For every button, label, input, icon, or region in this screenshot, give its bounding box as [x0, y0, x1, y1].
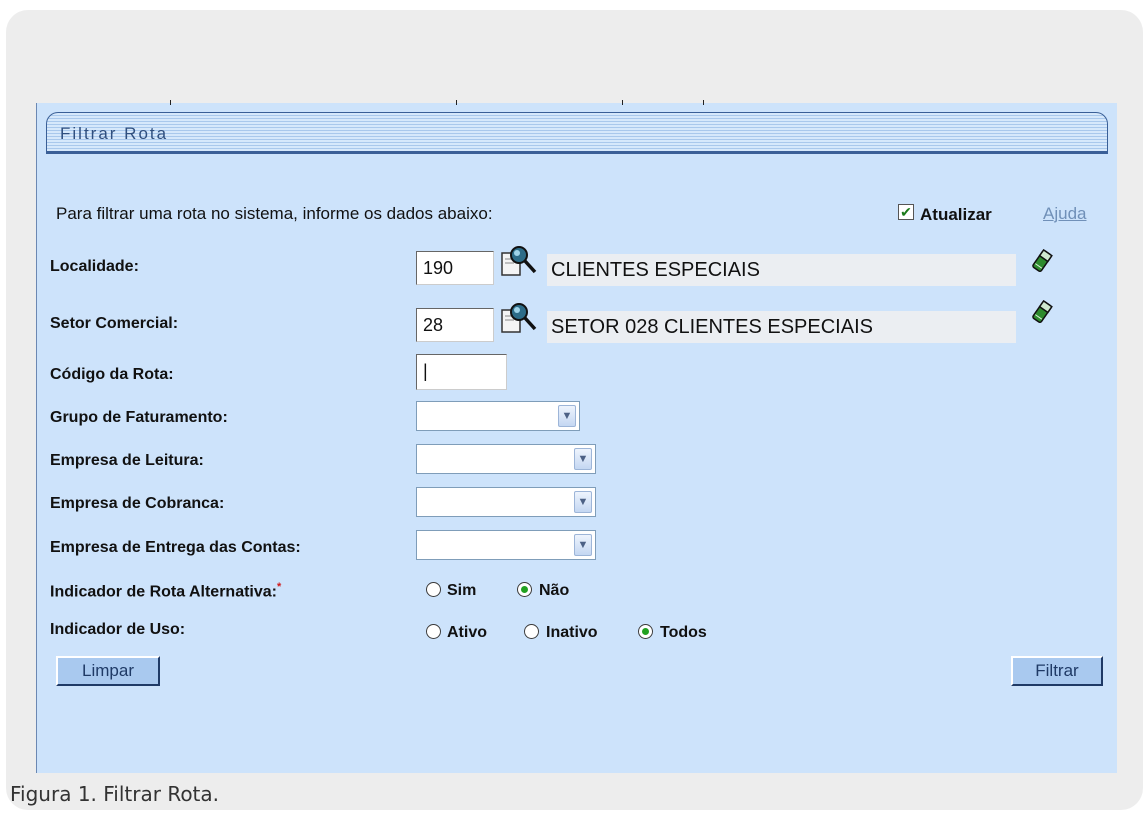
radio-inativo-label: Inativo	[546, 624, 598, 641]
radio-ativo-label: Ativo	[447, 624, 487, 641]
empresa-entrega-select[interactable]: ▼	[416, 530, 596, 560]
grupo-faturamento-label: Grupo de Faturamento:	[50, 409, 228, 426]
eraser-icon[interactable]	[1030, 300, 1054, 324]
empresa-leitura-label: Empresa de Leitura:	[50, 452, 204, 469]
radio-ativo[interactable]	[426, 624, 441, 639]
radio-todos-label: Todos	[660, 624, 707, 641]
window-title-bar	[46, 112, 1108, 152]
required-mark: *	[277, 581, 282, 593]
radio-nao-label: Não	[539, 582, 570, 599]
eraser-icon[interactable]	[1030, 249, 1054, 273]
chevron-down-icon[interactable]: ▼	[558, 405, 576, 427]
empresa-leitura-select[interactable]: ▼	[416, 444, 596, 474]
codigo-rota-input[interactable]: |	[416, 354, 507, 390]
edge-tick	[456, 100, 457, 105]
atualizar-checkbox[interactable]: ✔	[898, 204, 914, 220]
figure-caption: Figura 1. Filtrar Rota.	[10, 782, 220, 806]
radio-inativo[interactable]	[524, 624, 539, 639]
atualizar-label: Atualizar	[920, 205, 992, 224]
magnifier-lookup-icon[interactable]	[500, 243, 538, 279]
setor-comercial-label: Setor Comercial:	[50, 315, 179, 332]
radio-nao[interactable]	[517, 582, 532, 597]
indicador-uso-label: Indicador de Uso:	[50, 621, 186, 638]
empresa-cobranca-label: Empresa de Cobranca:	[50, 495, 225, 512]
edge-tick	[622, 100, 623, 105]
radio-sim[interactable]	[426, 582, 441, 597]
window-title: Filtrar Rota	[60, 124, 169, 143]
intro-text: Para filtrar uma rota no sistema, inform…	[56, 204, 493, 223]
grupo-faturamento-select[interactable]: ▼	[416, 401, 580, 431]
radio-sim-label: Sim	[447, 582, 477, 599]
empresa-entrega-label: Empresa de Entrega das Contas:	[50, 539, 301, 556]
filtrar-button[interactable]: Filtrar	[1011, 656, 1103, 686]
localidade-name-field: CLIENTES ESPECIAIS	[547, 254, 1016, 286]
magnifier-lookup-icon[interactable]	[500, 300, 538, 336]
empresa-cobranca-select[interactable]: ▼	[416, 487, 596, 517]
chevron-down-icon[interactable]: ▼	[574, 448, 592, 470]
setor-code-input[interactable]: 28	[416, 308, 494, 342]
chevron-down-icon[interactable]: ▼	[574, 491, 592, 513]
setor-name-field: SETOR 028 CLIENTES ESPECIAIS	[547, 311, 1016, 343]
codigo-rota-label: Código da Rota:	[50, 366, 174, 383]
chevron-down-icon[interactable]: ▼	[574, 534, 592, 556]
title-bar-underline	[46, 152, 1108, 154]
indicador-rota-alternativa-label: Indicador de Rota Alternativa:*	[50, 581, 281, 601]
localidade-code-input[interactable]: 190	[416, 251, 494, 285]
radio-todos[interactable]	[638, 624, 653, 639]
localidade-label: Localidade:	[50, 258, 139, 275]
limpar-button[interactable]: Limpar	[56, 656, 160, 686]
edge-tick	[703, 100, 704, 105]
edge-tick	[170, 100, 171, 105]
indicador-rota-alternativa-text: Indicador de Rota Alternativa:	[50, 583, 277, 601]
ajuda-link[interactable]: Ajuda	[1043, 204, 1086, 224]
